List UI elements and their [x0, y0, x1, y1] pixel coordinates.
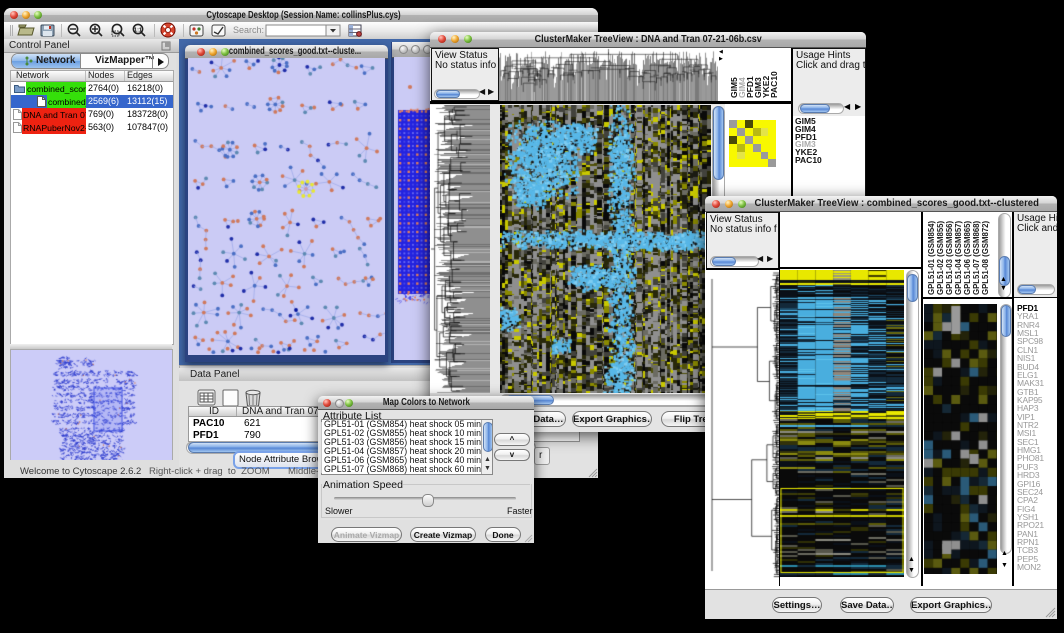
svg-text:Search:: Search:: [233, 25, 264, 35]
svg-text:1:1: 1:1: [134, 28, 142, 34]
